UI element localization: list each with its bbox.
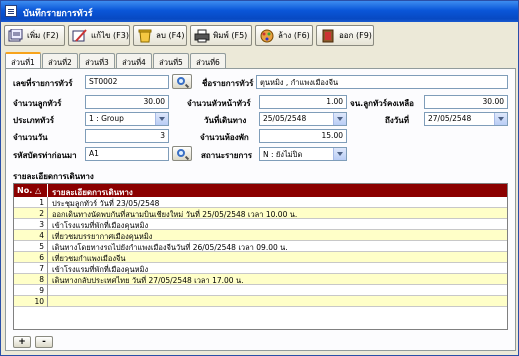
toolbar: เพิ่ม (F2) แก้ไข (F3) ลบ (F4) พิมพ์ (F5)… xyxy=(2,23,518,47)
table-row[interactable]: 10 xyxy=(14,296,507,307)
remove-row-button[interactable]: - xyxy=(35,336,53,348)
search-icon xyxy=(177,77,185,85)
start-date-value: 25/05/2548 xyxy=(263,114,307,123)
row-number: 1 xyxy=(14,197,48,208)
tab-section-1[interactable]: ส่วนที่1 xyxy=(5,52,41,69)
start-date-label: วันที่เดินทาง xyxy=(204,116,247,125)
row-detail[interactable]: เที่ยวชมบรรยากาศเมืองคุนหมิง xyxy=(49,230,152,241)
agency-code-input[interactable]: A1 xyxy=(85,147,169,161)
edit-button[interactable]: แก้ไข (F3) xyxy=(68,25,130,46)
print-icon xyxy=(194,29,210,43)
row-detail[interactable]: เข้าโรงแรมที่พักที่เมืองคุนหมิง xyxy=(49,263,148,274)
days-label: จำนวนวัน xyxy=(13,133,48,142)
table-row[interactable]: 9 xyxy=(14,285,507,296)
chevron-down-icon[interactable] xyxy=(333,148,346,160)
table-row[interactable]: 1 ประชุมลูกทัวร์ วันที่ 23/05/2548 xyxy=(14,197,507,208)
main-window: บันทึกรายการทัวร์ เพิ่ม (F2) แก้ไข (F3) … xyxy=(0,0,519,356)
window-title: บันทึกรายการทัวร์ xyxy=(23,9,93,19)
leaders-label: จำนวนหัวหน้าทัวร์ xyxy=(187,99,251,108)
row-number: 5 xyxy=(14,241,48,252)
end-date-picker[interactable]: 27/05/2548 xyxy=(424,112,508,126)
table-row[interactable]: 3 เข้าโรงแรมที่พักที่เมืองคุนหมิง xyxy=(14,219,507,230)
agency-code-label: รหัสบัตรท่าก่อนมา xyxy=(13,151,77,160)
column-header-detail[interactable]: รายละเอียดการเดินทาง xyxy=(49,184,136,197)
tab-section-5[interactable]: ส่วนที่5 xyxy=(153,53,189,68)
tab-section-6[interactable]: ส่วนที่6 xyxy=(190,53,226,68)
tour-name-label: ชื่อรายการทัวร์ xyxy=(202,79,254,88)
window-icon xyxy=(5,5,17,17)
delete-button[interactable]: ลบ (F4) xyxy=(133,25,187,46)
chevron-down-icon[interactable] xyxy=(494,113,507,125)
tab-section-4[interactable]: ส่วนที่4 xyxy=(116,53,152,68)
delete-icon xyxy=(137,29,153,43)
clear-button[interactable]: ล้าง (F6) xyxy=(255,25,313,46)
rooms-label: จำนวนห้องพัก xyxy=(200,133,249,142)
tour-code-label: เลขที่รายการทัวร์ xyxy=(13,79,73,88)
end-date-value: 27/05/2548 xyxy=(428,114,472,123)
row-detail[interactable]: เข้าโรงแรมที่พักที่เมืองคุนหมิง xyxy=(49,219,148,230)
status-label: สถานะรายการ xyxy=(201,151,253,160)
add-icon xyxy=(8,28,24,43)
row-number: 9 xyxy=(14,285,48,296)
table-row[interactable]: 8 เดินทางกลับประเทศไทย วันที่ 27/05/2548 … xyxy=(14,274,507,285)
row-detail[interactable]: ประชุมลูกทัวร์ วันที่ 23/05/2548 xyxy=(49,197,159,208)
table-row[interactable]: 7 เข้าโรงแรมที่พักที่เมืองคุนหมิง xyxy=(14,263,507,274)
rooms-input[interactable]: 15.00 xyxy=(259,129,347,143)
table-row[interactable]: 5 เดินทางโดยทางรถไปยังกำแพงเมืองจีนวันที่… xyxy=(14,241,507,252)
status-value: N : ยังไม่ปิด xyxy=(263,150,303,159)
search-icon xyxy=(177,149,185,157)
title-bar[interactable]: บันทึกรายการทัวร์ xyxy=(1,1,518,22)
print-button[interactable]: พิมพ์ (F5) xyxy=(190,25,252,46)
tour-code-search-button[interactable] xyxy=(172,74,192,89)
tour-type-value: 1 : Group xyxy=(89,114,124,123)
table-row[interactable]: 2 ออกเดินทางนัดพบกันที่สนามบินเชียงใหม่ ว… xyxy=(14,208,507,219)
row-number: 4 xyxy=(14,230,48,241)
remaining-label: จน.ลูกทัวร์คงเหลือ xyxy=(350,99,414,108)
clear-icon xyxy=(259,29,275,43)
row-number: 8 xyxy=(14,274,48,285)
guests-label: จำนวนลูกทัวร์ xyxy=(13,99,62,108)
column-header-no[interactable]: No. △ xyxy=(14,184,48,197)
days-input[interactable]: 3 xyxy=(85,129,169,143)
row-number: 10 xyxy=(14,296,48,307)
itinerary-grid[interactable]: No. △ รายละเอียดการเดินทาง 1 ประชุมลูกทัว… xyxy=(13,183,508,330)
guests-input[interactable]: 30.00 xyxy=(85,95,169,109)
exit-button[interactable]: ออก (F9) xyxy=(316,25,374,46)
chevron-down-icon[interactable] xyxy=(155,113,168,125)
leaders-input[interactable]: 1.00 xyxy=(259,95,347,109)
itinerary-title: รายละเอียดการเดินทาง xyxy=(13,172,94,181)
grid-header: No. △ รายละเอียดการเดินทาง xyxy=(14,184,507,197)
tab-section-3[interactable]: ส่วนที่3 xyxy=(79,53,115,68)
row-detail[interactable]: เดินทางโดยทางรถไปยังกำแพงเมืองจีนวันที่ … xyxy=(49,241,288,252)
row-number: 7 xyxy=(14,263,48,274)
add-button[interactable]: เพิ่ม (F2) xyxy=(4,25,65,46)
status-select[interactable]: N : ยังไม่ปิด xyxy=(259,147,347,161)
row-detail[interactable]: เที่ยวชมกำแพงเมืองจีน xyxy=(49,252,126,263)
row-detail[interactable] xyxy=(49,285,52,296)
table-row[interactable]: 4 เที่ยวชมบรรยากาศเมืองคุนหมิง xyxy=(14,230,507,241)
exit-icon xyxy=(320,29,336,43)
row-number: 2 xyxy=(14,208,48,219)
end-date-label: ถึงวันที่ xyxy=(385,116,409,125)
remaining-input[interactable]: 30.00 xyxy=(424,95,508,109)
edit-icon xyxy=(72,28,88,43)
row-number: 3 xyxy=(14,219,48,230)
table-row[interactable]: 6 เที่ยวชมกำแพงเมืองจีน xyxy=(14,252,507,263)
tour-type-label: ประเภททัวร์ xyxy=(13,116,55,125)
row-number: 6 xyxy=(14,252,48,263)
tour-name-input[interactable]: ตุนหมิง , กำแพงเมืองจีน xyxy=(256,75,508,89)
add-row-button[interactable]: + xyxy=(13,336,31,348)
row-detail[interactable]: ออกเดินทางนัดพบกันที่สนามบินเชียงใหม่ วั… xyxy=(49,208,297,219)
chevron-down-icon[interactable] xyxy=(333,113,346,125)
tab-section-2[interactable]: ส่วนที่2 xyxy=(42,53,78,68)
row-detail[interactable] xyxy=(49,296,52,307)
tour-type-select[interactable]: 1 : Group xyxy=(85,112,169,126)
tour-code-input[interactable]: ST0002 xyxy=(85,75,169,89)
start-date-picker[interactable]: 25/05/2548 xyxy=(259,112,347,126)
agency-code-search-button[interactable] xyxy=(172,146,192,161)
row-detail[interactable]: เดินทางกลับประเทศไทย วันที่ 27/05/2548 เ… xyxy=(49,274,243,285)
